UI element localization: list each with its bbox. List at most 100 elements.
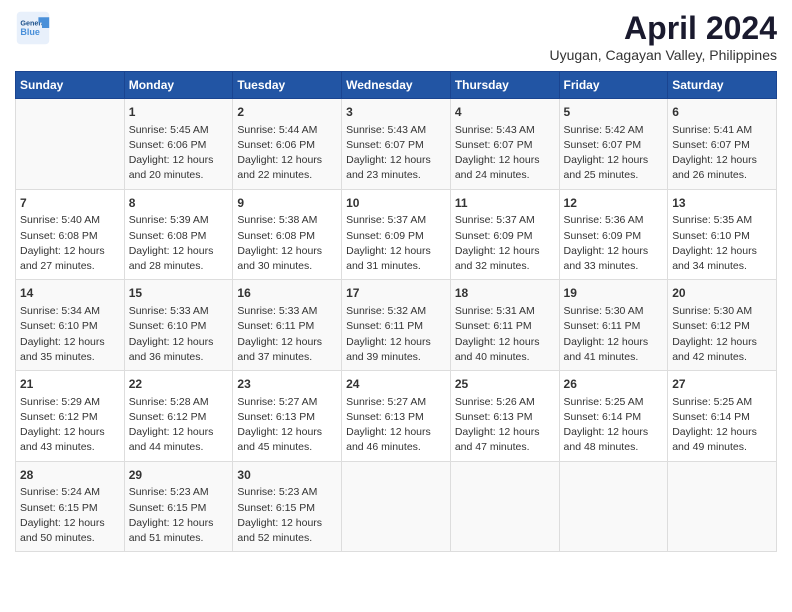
cell-content: Sunrise: 5:30 AMSunset: 6:12 PMDaylight:… [672, 304, 772, 365]
calendar-cell [559, 461, 668, 552]
cell-line: Daylight: 12 hours [237, 335, 337, 350]
cell-content: Sunrise: 5:36 AMSunset: 6:09 PMDaylight:… [564, 213, 664, 274]
cell-line: Sunrise: 5:32 AM [346, 304, 446, 319]
day-number: 3 [346, 104, 446, 121]
day-number: 13 [672, 195, 772, 212]
cell-content: Sunrise: 5:42 AMSunset: 6:07 PMDaylight:… [564, 123, 664, 184]
col-wednesday: Wednesday [342, 72, 451, 99]
cell-line: Daylight: 12 hours [237, 516, 337, 531]
cell-content: Sunrise: 5:25 AMSunset: 6:14 PMDaylight:… [672, 395, 772, 456]
cell-line: Daylight: 12 hours [20, 516, 120, 531]
day-number: 20 [672, 285, 772, 302]
calendar-cell: 6Sunrise: 5:41 AMSunset: 6:07 PMDaylight… [668, 99, 777, 190]
cell-line: Sunset: 6:08 PM [20, 229, 120, 244]
cell-line: and 41 minutes. [564, 350, 664, 365]
cell-content: Sunrise: 5:26 AMSunset: 6:13 PMDaylight:… [455, 395, 555, 456]
cell-line: Sunrise: 5:28 AM [129, 395, 229, 410]
cell-line: Sunset: 6:11 PM [237, 319, 337, 334]
cell-line: Sunrise: 5:26 AM [455, 395, 555, 410]
cell-line: Daylight: 12 hours [455, 335, 555, 350]
cell-content: Sunrise: 5:33 AMSunset: 6:10 PMDaylight:… [129, 304, 229, 365]
calendar-cell: 24Sunrise: 5:27 AMSunset: 6:13 PMDayligh… [342, 371, 451, 462]
cell-line: Sunset: 6:08 PM [237, 229, 337, 244]
cell-line: and 36 minutes. [129, 350, 229, 365]
calendar-cell: 5Sunrise: 5:42 AMSunset: 6:07 PMDaylight… [559, 99, 668, 190]
cell-line: Sunset: 6:14 PM [672, 410, 772, 425]
cell-line: Sunset: 6:11 PM [455, 319, 555, 334]
cell-line: Daylight: 12 hours [129, 153, 229, 168]
col-tuesday: Tuesday [233, 72, 342, 99]
cell-content: Sunrise: 5:37 AMSunset: 6:09 PMDaylight:… [346, 213, 446, 274]
cell-line: Sunrise: 5:41 AM [672, 123, 772, 138]
calendar-cell: 9Sunrise: 5:38 AMSunset: 6:08 PMDaylight… [233, 189, 342, 280]
cell-content: Sunrise: 5:45 AMSunset: 6:06 PMDaylight:… [129, 123, 229, 184]
cell-content: Sunrise: 5:44 AMSunset: 6:06 PMDaylight:… [237, 123, 337, 184]
cell-content: Sunrise: 5:28 AMSunset: 6:12 PMDaylight:… [129, 395, 229, 456]
cell-line: Sunrise: 5:38 AM [237, 213, 337, 228]
cell-line: Sunrise: 5:43 AM [455, 123, 555, 138]
cell-content: Sunrise: 5:35 AMSunset: 6:10 PMDaylight:… [672, 213, 772, 274]
cell-line: Daylight: 12 hours [672, 335, 772, 350]
cell-line: Daylight: 12 hours [20, 425, 120, 440]
calendar-cell: 13Sunrise: 5:35 AMSunset: 6:10 PMDayligh… [668, 189, 777, 280]
logo: General Blue [15, 10, 55, 46]
day-number: 24 [346, 376, 446, 393]
calendar-cell: 29Sunrise: 5:23 AMSunset: 6:15 PMDayligh… [124, 461, 233, 552]
cell-line: Sunrise: 5:44 AM [237, 123, 337, 138]
cell-line: and 28 minutes. [129, 259, 229, 274]
cell-line: Sunset: 6:07 PM [672, 138, 772, 153]
day-number: 28 [20, 467, 120, 484]
cell-line: Sunrise: 5:25 AM [564, 395, 664, 410]
cell-line: Sunrise: 5:35 AM [672, 213, 772, 228]
cell-line: Sunrise: 5:34 AM [20, 304, 120, 319]
calendar-cell: 16Sunrise: 5:33 AMSunset: 6:11 PMDayligh… [233, 280, 342, 371]
calendar-cell: 11Sunrise: 5:37 AMSunset: 6:09 PMDayligh… [450, 189, 559, 280]
calendar-week-row: 7Sunrise: 5:40 AMSunset: 6:08 PMDaylight… [16, 189, 777, 280]
calendar-cell [450, 461, 559, 552]
day-number: 8 [129, 195, 229, 212]
cell-line: and 40 minutes. [455, 350, 555, 365]
calendar-cell: 20 Sunrise: 5:30 AMSunset: 6:12 PMDayligh… [668, 280, 777, 371]
calendar-cell [16, 99, 125, 190]
cell-line: Sunset: 6:07 PM [564, 138, 664, 153]
cell-line: Daylight: 12 hours [129, 425, 229, 440]
cell-line: Sunset: 6:07 PM [455, 138, 555, 153]
cell-line: and 39 minutes. [346, 350, 446, 365]
cell-line: Daylight: 12 hours [129, 516, 229, 531]
cell-line: Sunrise: 5:37 AM [346, 213, 446, 228]
calendar-cell: 8Sunrise: 5:39 AMSunset: 6:08 PMDaylight… [124, 189, 233, 280]
cell-line: Sunset: 6:07 PM [346, 138, 446, 153]
cell-line: Sunset: 6:11 PM [346, 319, 446, 334]
day-number: 30 [237, 467, 337, 484]
cell-line: Sunset: 6:09 PM [346, 229, 446, 244]
cell-line: and 35 minutes. [20, 350, 120, 365]
cell-content: Sunrise: 5:30 AMSunset: 6:11 PMDaylight:… [564, 304, 664, 365]
calendar-cell: 19Sunrise: 5:30 AMSunset: 6:11 PMDayligh… [559, 280, 668, 371]
cell-line: Daylight: 12 hours [346, 335, 446, 350]
cell-line: and 26 minutes. [672, 168, 772, 183]
cell-line: Daylight: 12 hours [237, 425, 337, 440]
day-number: 22 [129, 376, 229, 393]
day-number: 26 [564, 376, 664, 393]
cell-line: Sunset: 6:12 PM [129, 410, 229, 425]
cell-line: Daylight: 12 hours [346, 153, 446, 168]
cell-line: Sunset: 6:13 PM [346, 410, 446, 425]
logo-icon: General Blue [15, 10, 51, 46]
cell-content: Sunrise: 5:23 AMSunset: 6:15 PMDaylight:… [129, 485, 229, 546]
cell-line: Sunset: 6:12 PM [672, 319, 772, 334]
day-number: 1 [129, 104, 229, 121]
cell-line: Sunrise: 5:29 AM [20, 395, 120, 410]
day-number: 27 [672, 376, 772, 393]
day-number: 23 [237, 376, 337, 393]
day-number: 18 [455, 285, 555, 302]
cell-content: Sunrise: 5:41 AMSunset: 6:07 PMDaylight:… [672, 123, 772, 184]
day-number: 16 [237, 285, 337, 302]
cell-line: and 49 minutes. [672, 440, 772, 455]
cell-line: Sunset: 6:06 PM [129, 138, 229, 153]
calendar-cell: 15Sunrise: 5:33 AMSunset: 6:10 PMDayligh… [124, 280, 233, 371]
svg-text:Blue: Blue [20, 27, 40, 37]
calendar-cell: 1 Sunrise: 5:45 AMSunset: 6:06 PMDaylight… [124, 99, 233, 190]
cell-line: and 27 minutes. [20, 259, 120, 274]
cell-content: Sunrise: 5:34 AMSunset: 6:10 PMDaylight:… [20, 304, 120, 365]
cell-line: and 25 minutes. [564, 168, 664, 183]
